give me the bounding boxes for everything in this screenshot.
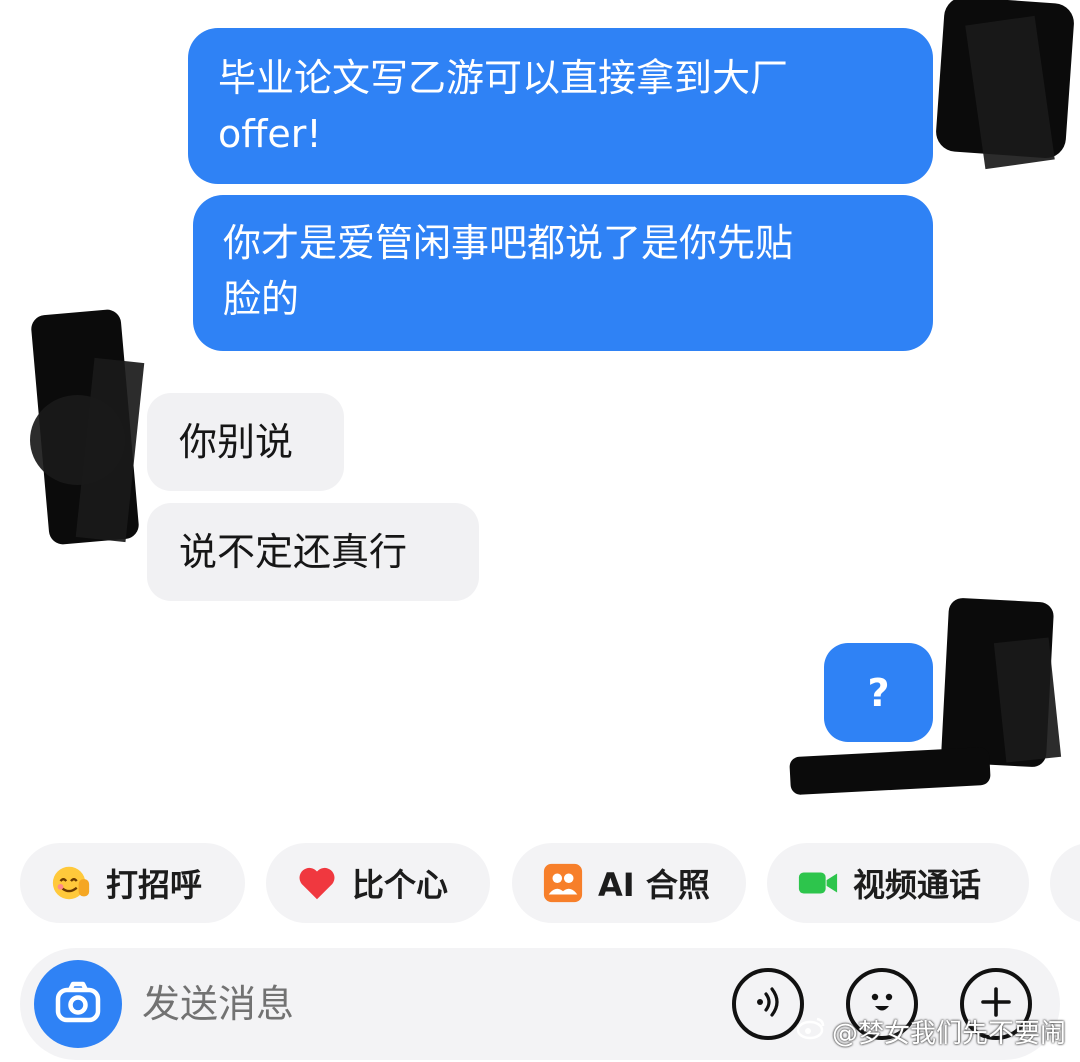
video-call-chip[interactable]: 视频通话 — [767, 843, 1029, 923]
sent-message-bubble[interactable]: 毕业论文写乙游可以直接拿到大厂 offer! — [188, 28, 933, 184]
weibo-logo-icon — [796, 1015, 826, 1048]
voice-icon — [748, 982, 788, 1026]
watermark-text: @梦女我们先不要闹 — [831, 1019, 1066, 1049]
camera-button[interactable] — [34, 960, 122, 1048]
voice-button[interactable] — [732, 968, 804, 1040]
chip-label: 打招呼 — [106, 866, 203, 904]
camera-icon — [52, 976, 104, 1032]
more-chip-partial[interactable] — [1050, 843, 1080, 923]
greet-chip[interactable]: 打招呼 — [20, 843, 245, 923]
weibo-watermark: @梦女我们先不要闹 — [796, 1013, 1066, 1050]
ai-photo-chip[interactable]: AI 合照 — [512, 843, 746, 923]
chip-label: AI 合照 — [598, 866, 710, 904]
message-text: ? — [867, 670, 890, 715]
message-text: 你别说 — [179, 420, 294, 464]
quick-action-bar: 打招呼 比个心 AI 合照 视频通话 — [0, 843, 1080, 923]
ai-photo-icon — [542, 862, 584, 904]
wave-emoji-icon — [50, 862, 92, 904]
message-text-line: 毕业论文写乙游可以直接拿到大厂 — [218, 56, 789, 100]
message-text: 说不定还真行 — [179, 530, 408, 574]
video-call-icon — [797, 862, 839, 904]
chip-label: 视频通话 — [853, 866, 982, 904]
message-input[interactable]: 发送消息 — [142, 978, 294, 1030]
received-message-bubble[interactable]: 你别说 — [147, 393, 344, 491]
message-text-line: 你才是爱管闲事吧都说了是你先贴 — [223, 221, 794, 265]
sent-message-bubble[interactable]: 你才是爱管闲事吧都说了是你先贴 脸的 — [193, 195, 933, 351]
heart-icon — [296, 862, 338, 904]
message-text-line: offer! — [218, 112, 322, 156]
heart-chip[interactable]: 比个心 — [266, 843, 490, 923]
chip-label: 比个心 — [352, 866, 449, 904]
sent-message-bubble[interactable]: ? — [824, 643, 933, 742]
message-text-line: 脸的 — [223, 277, 300, 321]
received-message-bubble[interactable]: 说不定还真行 — [147, 503, 479, 601]
